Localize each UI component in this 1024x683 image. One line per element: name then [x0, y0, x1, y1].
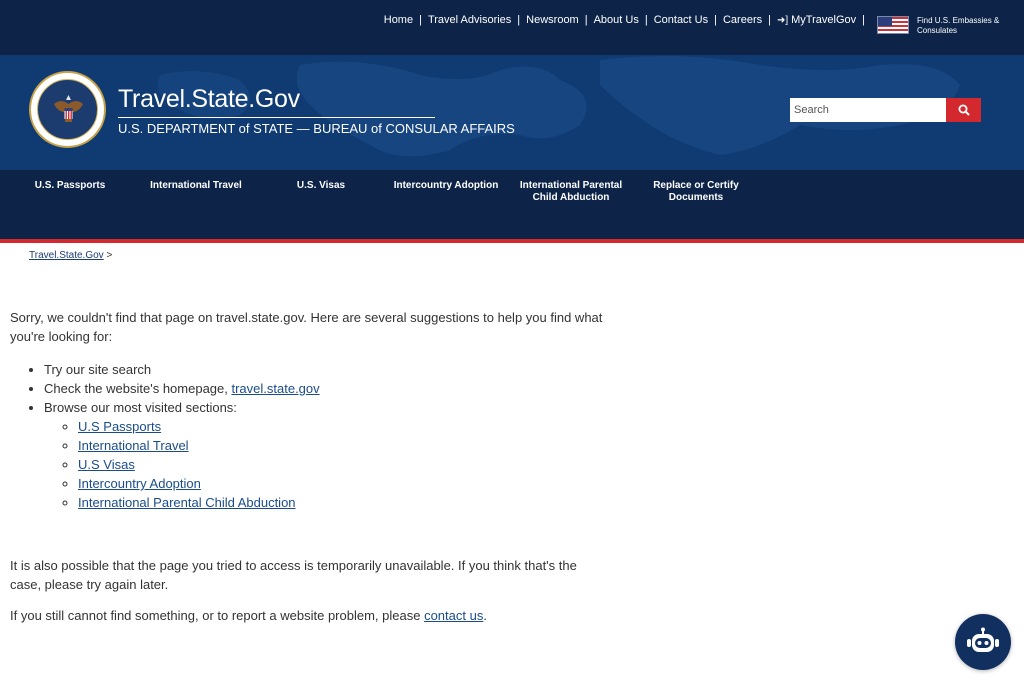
list-item: Intercountry Adoption [78, 474, 620, 493]
list-item: U.S Visas [78, 455, 620, 474]
utility-separator: | [584, 14, 588, 26]
section-link-parental-child-abduction[interactable]: International Parental Child Abduction [78, 495, 296, 510]
site-subtitle: U.S. DEPARTMENT of STATE — BUREAU of CON… [118, 121, 515, 136]
utility-link-contact-us[interactable]: Contact Us [654, 14, 708, 26]
homepage-link[interactable]: travel.state.gov [231, 381, 319, 396]
contact-text: If you still cannot find something, or t… [10, 606, 610, 625]
section-links: U.S Passports International Travel U.S V… [78, 417, 620, 512]
site-title[interactable]: Travel.State.Gov [118, 85, 300, 114]
search-icon [958, 104, 970, 116]
find-embassies-link[interactable]: Find U.S. Embassies & Consulates [917, 16, 1007, 36]
error-content: Sorry, we couldn't find that page on tra… [10, 308, 620, 512]
department-of-state-seal[interactable] [29, 71, 106, 148]
section-link-us-passports[interactable]: U.S Passports [78, 419, 161, 434]
section-link-intercountry-adoption[interactable]: Intercountry Adoption [78, 476, 201, 491]
seal-inner-ring [37, 79, 98, 140]
nav-international-travel[interactable]: International Travel [146, 180, 246, 192]
section-link-international-travel[interactable]: International Travel [78, 438, 189, 453]
utility-separator: | [517, 14, 521, 26]
sign-in-icon: ➜] [776, 15, 789, 26]
list-item: U.S Passports [78, 417, 620, 436]
list-item: International Travel [78, 436, 620, 455]
robot-chat-icon [967, 627, 999, 652]
utility-link-mytravelgov[interactable]: ➜] MyTravelGov [777, 14, 856, 26]
breadcrumb-separator: > [106, 250, 113, 261]
intro-text: Sorry, we couldn't find that page on tra… [10, 310, 603, 344]
utility-link-about-us[interactable]: About Us [594, 14, 639, 26]
suggestion-site-search: Try our site search [44, 360, 620, 379]
section-link-us-visas[interactable]: U.S Visas [78, 457, 135, 472]
utility-bar: Home | Travel Advisories | Newsroom | Ab… [0, 0, 1024, 55]
us-flag-icon[interactable] [877, 16, 909, 34]
utility-link-home[interactable]: Home [384, 14, 413, 26]
utility-separator: | [862, 14, 865, 26]
eagle-icon [54, 95, 83, 122]
search-button[interactable] [946, 98, 981, 122]
utility-link-newsroom[interactable]: Newsroom [526, 14, 579, 26]
breadcrumb: Travel.State.Gov > [29, 250, 112, 261]
main-nav: U.S. Passports International Travel U.S.… [0, 170, 1024, 239]
utility-separator: | [768, 14, 771, 26]
browse-sections-text: Browse our most visited sections: [44, 400, 237, 415]
suggestion-list: Try our site search Check the website's … [44, 360, 620, 512]
accent-divider [0, 239, 1024, 243]
suggestion-browse-sections: Browse our most visited sections: U.S Pa… [44, 398, 620, 512]
utility-link-travel-advisories[interactable]: Travel Advisories [428, 14, 511, 26]
unavailable-text: It is also possible that the page you tr… [10, 558, 577, 592]
mytravelgov-label: MyTravelGov [791, 14, 857, 26]
utility-separator: | [419, 14, 422, 26]
utility-nav: Home | Travel Advisories | Newsroom | Ab… [384, 14, 871, 26]
nav-intercountry-adoption[interactable]: Intercountry Adoption [393, 180, 499, 192]
contact-prefix: If you still cannot find something, or t… [10, 608, 425, 623]
list-item: International Parental Child Abduction [78, 493, 620, 512]
utility-separator: | [714, 14, 717, 26]
chat-assistant-button[interactable] [955, 614, 1011, 670]
breadcrumb-home-link[interactable]: Travel.State.Gov [29, 250, 104, 261]
homepage-text: Check the website's homepage, [44, 381, 232, 396]
search-input[interactable] [790, 98, 946, 122]
nav-international-parental-child-abduction[interactable]: International Parental Child Abduction [518, 180, 624, 204]
utility-link-careers[interactable]: Careers [723, 14, 762, 26]
nav-us-visas[interactable]: U.S. Visas [285, 180, 357, 192]
title-divider [118, 117, 435, 118]
contact-us-link[interactable]: contact us [424, 608, 483, 623]
contact-suffix: . [483, 608, 487, 623]
nav-us-passports[interactable]: U.S. Passports [30, 180, 110, 192]
utility-separator: | [644, 14, 648, 26]
nav-replace-or-certify-documents[interactable]: Replace or Certify Documents [650, 180, 742, 204]
suggestion-homepage: Check the website's homepage, travel.sta… [44, 379, 620, 398]
